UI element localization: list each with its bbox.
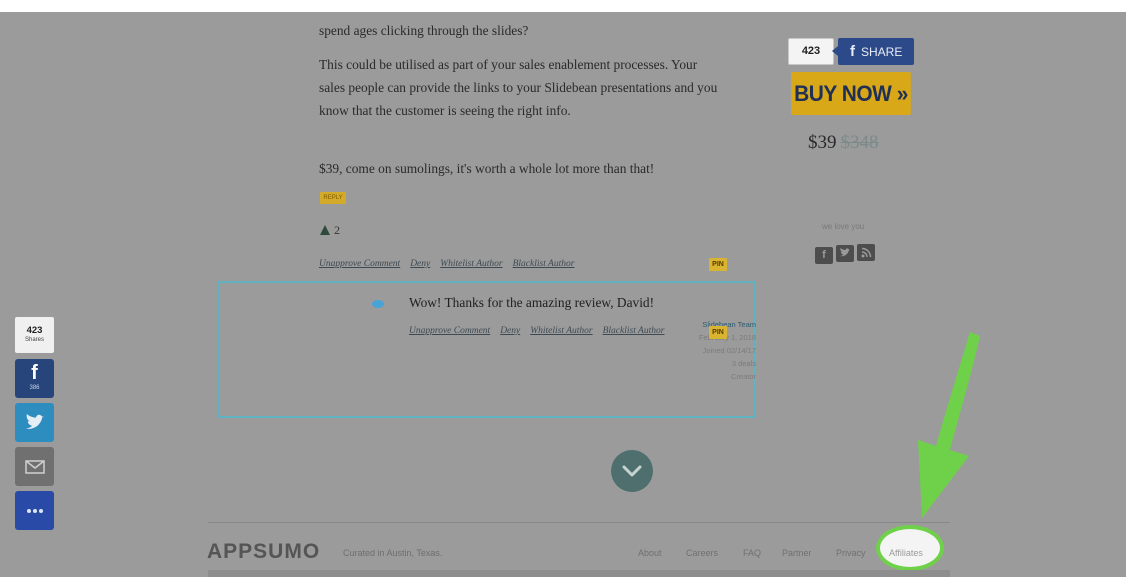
footer-link-affiliates[interactable]: Affiliates — [889, 548, 923, 558]
email-share-side-button[interactable] — [15, 447, 54, 486]
twitter-share-side-button[interactable] — [15, 403, 54, 442]
reply-deals: 3 deals — [731, 359, 756, 368]
reply-whitelist-link[interactable]: Whitelist Author — [530, 326, 592, 336]
annotation-arrow-icon — [918, 332, 980, 518]
price: $39 $348 — [808, 132, 879, 154]
buy-now-button[interactable]: BUY NOW » — [791, 72, 911, 115]
comment-paragraph-3: $39, come on sumolings, it's worth a who… — [319, 161, 655, 176]
facebook-icon[interactable]: f — [815, 247, 833, 264]
current-price: $39 — [808, 132, 837, 153]
reply-pin-button[interactable]: PIN — [709, 326, 727, 339]
upvote-icon[interactable] — [320, 225, 330, 235]
pin-button[interactable]: PIN — [709, 258, 727, 271]
chevron-down-icon — [622, 465, 642, 477]
reply-author-name[interactable]: Slidebean Team — [699, 318, 756, 331]
floating-share-bar: 423 Shares f 386 — [15, 317, 54, 530]
footer-bottom-band — [208, 570, 950, 577]
page-dimmed-view: spend ages clicking through the slides? … — [0, 0, 1126, 577]
reply-button[interactable]: REPLY — [320, 192, 346, 204]
facebook-share-side-button[interactable]: f 386 — [15, 359, 54, 398]
facebook-icon: f — [850, 43, 855, 60]
more-share-side-button[interactable] — [15, 491, 54, 530]
footer-link-faq[interactable]: FAQ — [743, 548, 761, 558]
total-shares-count: 423 — [26, 325, 43, 336]
social-links: f — [815, 244, 878, 264]
twitter-icon[interactable] — [836, 245, 854, 262]
top-strip — [0, 0, 1126, 12]
envelope-icon — [24, 460, 45, 474]
speech-bubble-icon — [372, 300, 384, 308]
comment-paragraph-2: This could be utilised as part of your s… — [319, 57, 718, 118]
comment-paragraph-1: spend ages clicking through the slides? — [319, 23, 529, 38]
reply-text: Wow! Thanks for the amazing review, Davi… — [409, 295, 655, 310]
reply-joined: Joined 02/14/17 — [702, 346, 756, 355]
footer-link-partner[interactable]: Partner — [782, 548, 812, 558]
facebook-icon: f — [31, 362, 38, 384]
footer-link-privacy[interactable]: Privacy — [836, 548, 866, 558]
comment-admin-links: Unapprove Comment Deny Whitelist Author Bla… — [319, 259, 584, 269]
we-love-you-text: we love you — [822, 222, 865, 231]
vote-count: 2 — [334, 223, 340, 237]
appsumo-logo[interactable]: APPSUMO — [207, 540, 320, 564]
facebook-share-button[interactable]: f SHARE — [838, 38, 914, 65]
scroll-down-button[interactable] — [611, 450, 653, 492]
footer-link-about[interactable]: About — [638, 548, 662, 558]
whitelist-author-link[interactable]: Whitelist Author — [440, 259, 502, 269]
reply-unapprove-link[interactable]: Unapprove Comment — [409, 326, 490, 336]
reply-date: February 1, 2018 — [698, 333, 756, 342]
total-shares: 423 Shares — [15, 317, 54, 353]
reply-admin-links: Unapprove Comment Deny Whitelist Author Bla… — [409, 326, 674, 336]
more-dots-icon — [26, 509, 43, 513]
footer-link-careers[interactable]: Careers — [686, 548, 718, 558]
unapprove-comment-link[interactable]: Unapprove Comment — [319, 259, 400, 269]
footer-divider — [208, 522, 950, 523]
facebook-share-count: 386 — [29, 385, 40, 391]
reply-role: Creator — [730, 372, 756, 381]
deny-link[interactable]: Deny — [410, 259, 430, 269]
total-shares-label: Shares — [24, 337, 44, 343]
footer-tagline: Curated in Austin, Texas. — [343, 548, 443, 558]
twitter-icon — [25, 414, 44, 429]
upvote-control[interactable]: 2 — [320, 223, 340, 238]
reply-blacklist-link[interactable]: Blacklist Author — [603, 326, 665, 336]
share-count: 423 — [788, 38, 834, 65]
share-label: SHARE — [861, 45, 903, 59]
rss-icon[interactable] — [857, 244, 875, 261]
reply-author-info: Slidebean Team February 1, 2018 Joined 0… — [699, 318, 756, 383]
original-price: $348 — [840, 132, 879, 153]
blacklist-author-link[interactable]: Blacklist Author — [513, 259, 575, 269]
reply-deny-link[interactable]: Deny — [500, 326, 520, 336]
